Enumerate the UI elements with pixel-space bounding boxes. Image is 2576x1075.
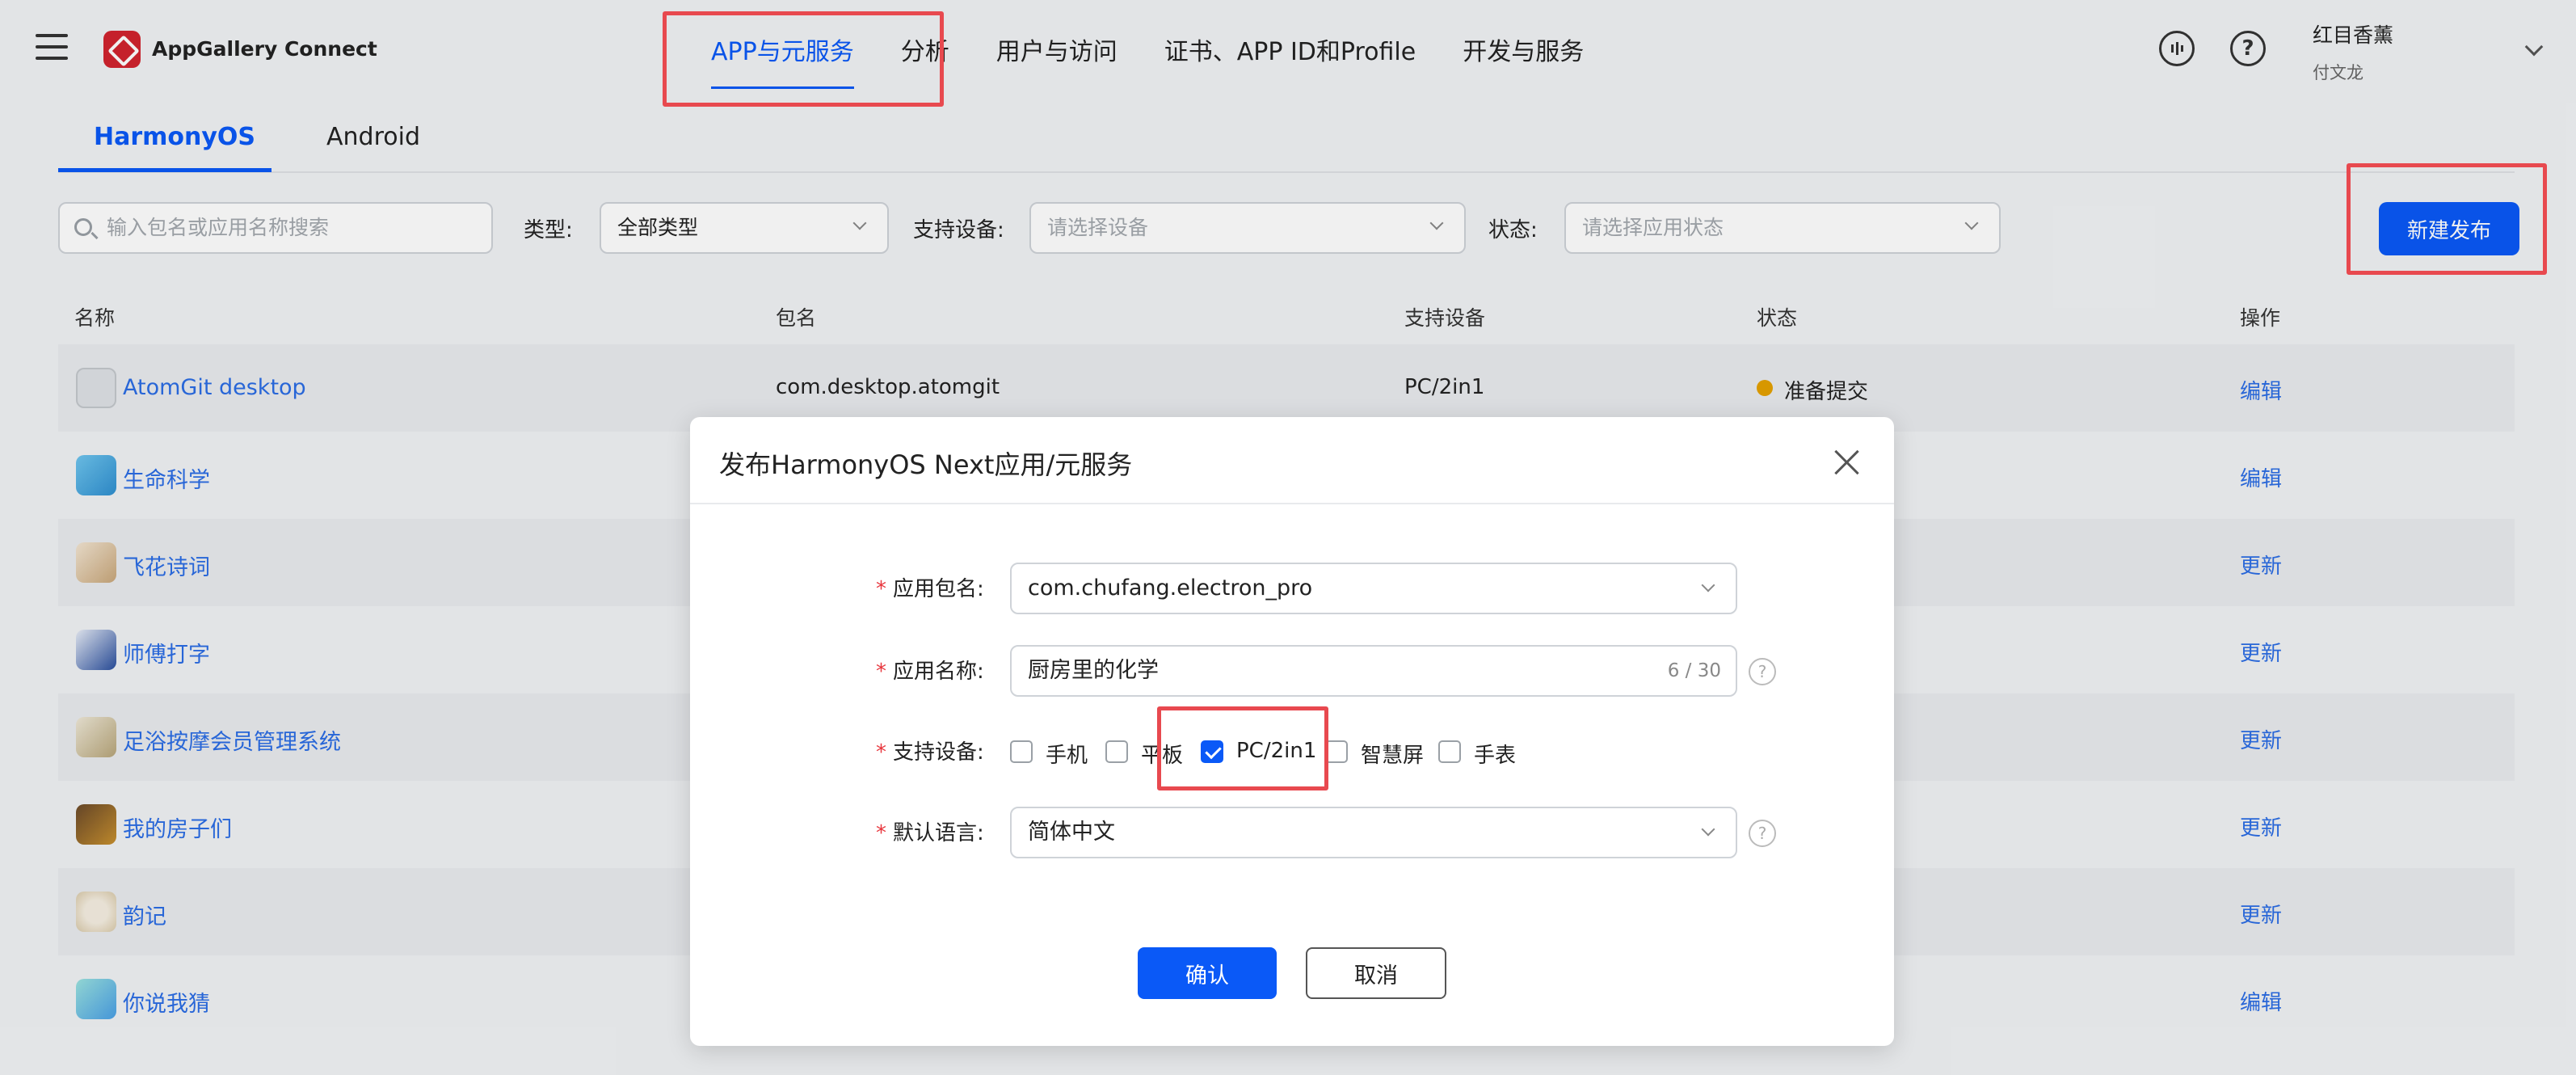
devices-label: * 支持设备: [876, 740, 984, 765]
app-name-label: * 应用名称: [876, 660, 984, 684]
language-select-value: 简体中文 [1028, 820, 1115, 845]
checkbox-tablet[interactable] [1105, 740, 1128, 763]
checkbox-label-watch: 手表 [1474, 744, 1517, 768]
dialog-title: 发布HarmonyOS Next应用/元服务 [719, 449, 1133, 480]
package-select-value: com.chufang.electron_pro [1028, 575, 1313, 601]
help-icon[interactable]: ? [1749, 820, 1776, 847]
app-name-input[interactable]: 厨房里的化学 6 / 30 [1010, 645, 1737, 697]
device-checkbox-group: 手机 平板 PC/2in1 智慧屏 手表 [1010, 739, 1576, 773]
cancel-button[interactable]: 取消 [1306, 947, 1446, 999]
checkbox-label-phone: 手机 [1046, 744, 1088, 768]
required-mark: * [876, 821, 886, 845]
checkbox-label-smart-screen: 智慧屏 [1361, 744, 1425, 768]
checkbox-pc-2in1[interactable] [1201, 740, 1223, 763]
language-select[interactable]: 简体中文 [1010, 807, 1737, 858]
chevron-down-icon [1701, 578, 1715, 592]
required-mark: * [876, 660, 886, 684]
checkbox-label-pc-2in1: PC/2in1 [1236, 739, 1317, 763]
checkbox-label-tablet: 平板 [1141, 744, 1184, 768]
chevron-down-icon [1701, 822, 1715, 837]
dialog-divider [690, 503, 1894, 504]
close-icon[interactable] [1833, 448, 1862, 477]
required-mark: * [876, 740, 886, 765]
language-label: * 默认语言: [876, 821, 984, 845]
package-label: * 应用包名: [876, 577, 984, 601]
checkbox-phone[interactable] [1010, 740, 1033, 763]
help-icon[interactable]: ? [1749, 658, 1776, 685]
char-counter: 6 / 30 [1667, 660, 1721, 681]
required-mark: * [876, 577, 886, 601]
package-select[interactable]: com.chufang.electron_pro [1010, 563, 1737, 614]
checkbox-watch[interactable] [1438, 740, 1461, 763]
app-name-value: 厨房里的化学 [1028, 658, 1159, 683]
publish-dialog: 发布HarmonyOS Next应用/元服务 * 应用包名: com.chufan… [690, 417, 1894, 1046]
confirm-button[interactable]: 确认 [1138, 947, 1277, 999]
checkbox-smart-screen[interactable] [1325, 740, 1348, 763]
